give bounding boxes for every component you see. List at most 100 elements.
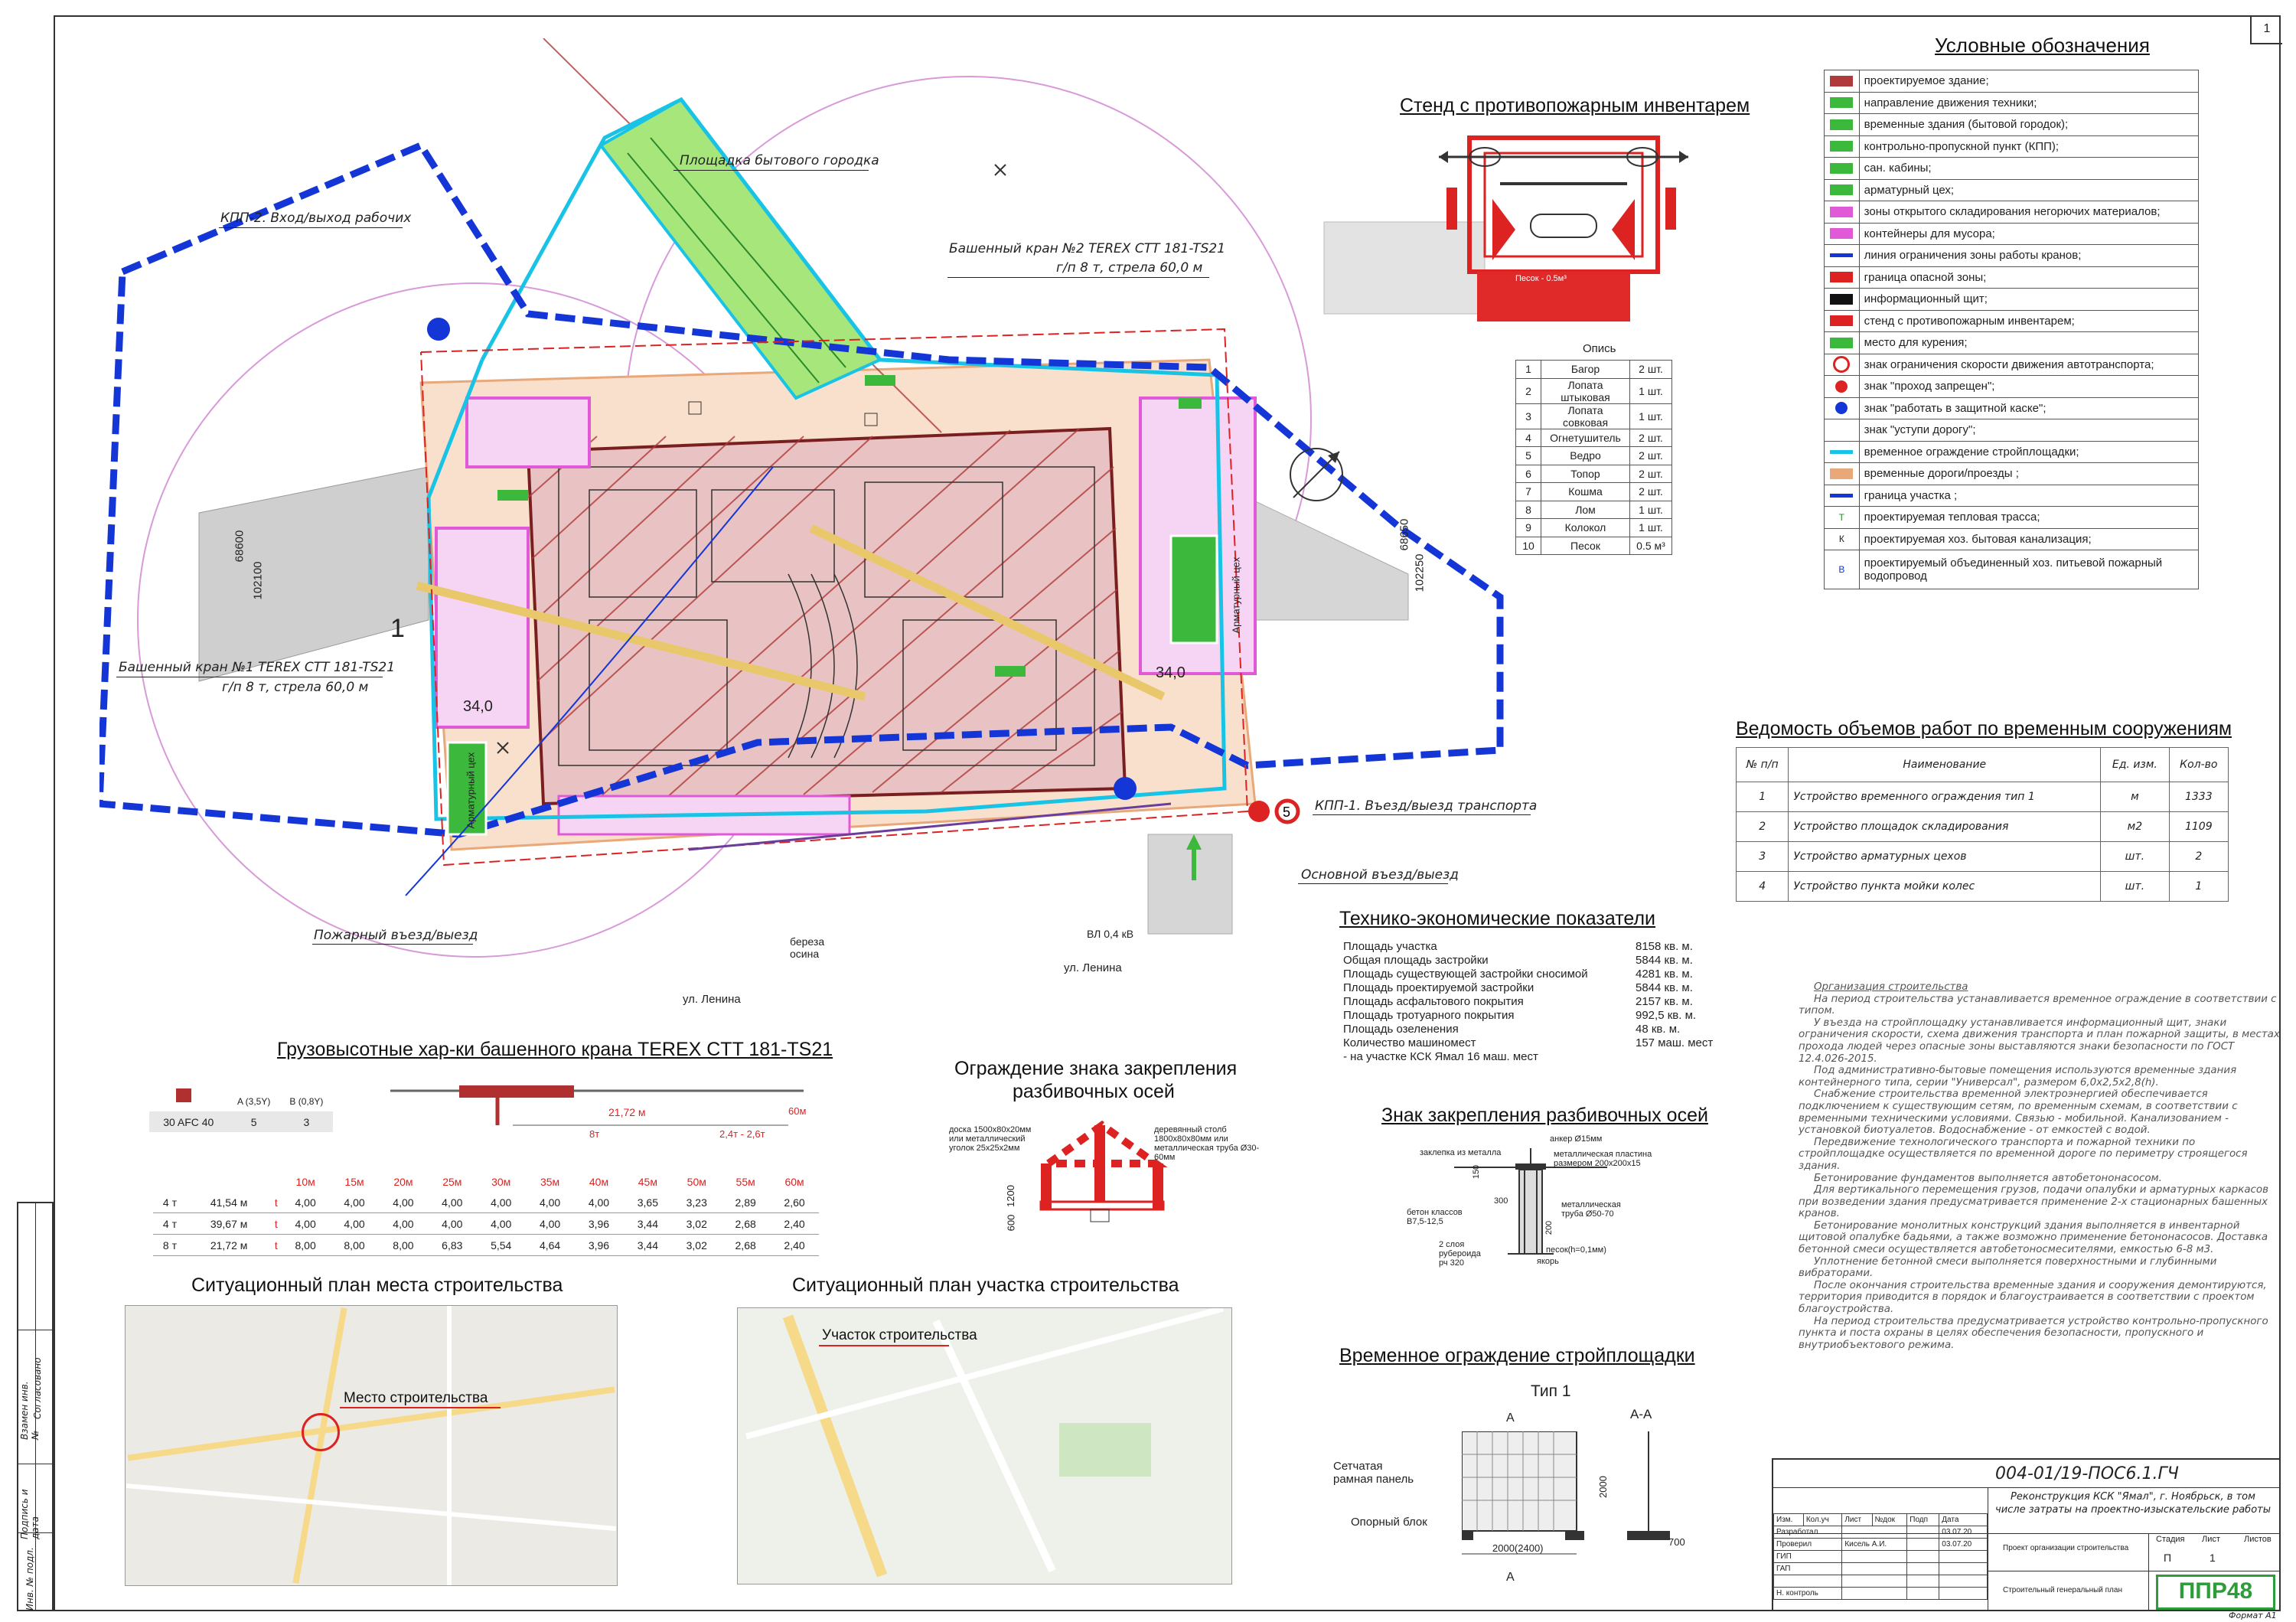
stage-header: Лист	[2202, 1535, 2220, 1544]
axis-sign-label: заклепка из металла	[1420, 1148, 1502, 1157]
household-area	[598, 97, 883, 400]
label-power-line: ВЛ 0,4 кВ	[1087, 928, 1134, 940]
legend-label: сан. кабины;	[1858, 157, 2200, 180]
side-stamp-label: Инв. № подл.	[24, 1547, 35, 1611]
opis-cell: 10	[1515, 536, 1541, 555]
sheet-number-box: 1	[2250, 15, 2282, 44]
opis-cell: 0.5 м³	[1629, 536, 1672, 555]
speed-limit-sign: 5	[1283, 804, 1290, 820]
rebar-shop-icon	[1824, 178, 1860, 201]
legend-row: граница участка ;	[1824, 484, 2200, 507]
temp-fence-label: Сетчатая рамная панель	[1333, 1460, 1414, 1486]
opis-cell: 2 шт.	[1629, 446, 1672, 465]
notes-paragraph: Для вертикального перемещения грузов, по…	[1799, 1184, 2268, 1220]
smoking-place-icon	[1824, 331, 1860, 354]
label-kpp2: КПП-2. Вход/выход рабочих	[220, 211, 412, 226]
legend-label: контрольно-пропускной пункт (КПП);	[1858, 135, 2200, 158]
notes-paragraph: Снабжение строительства временной электр…	[1799, 1088, 2238, 1137]
volumes-cell: шт.	[2100, 871, 2170, 902]
label-street: ул. Ленина	[683, 993, 741, 1006]
crane-distance: 30м	[491, 1175, 511, 1188]
crane-row: 4 т 39,67 м t 4,00 4,00 4,00 4,00 4,00 4,00 3,96 3…	[153, 1213, 819, 1235]
temp-road-icon	[1824, 462, 1860, 485]
tep-label: Площадь проектируемой застройки	[1343, 981, 1534, 994]
situation-site-title: Ситуационный план участка строительства	[792, 1274, 1179, 1296]
opis-cell: 8	[1515, 500, 1541, 519]
crane-value: 3,02	[686, 1217, 707, 1230]
legend-label: проектируемый объединенный хоз. питьевой…	[1858, 550, 2200, 589]
legend-label: линия ограничения зоны работы кранов;	[1858, 244, 2200, 267]
side-stamp-label: Подпись и дата	[19, 1489, 41, 1539]
volumes-header-cell: Кол-во	[2168, 747, 2229, 782]
crane-value: 2,40	[784, 1239, 805, 1252]
volumes-cell: 1109	[2168, 811, 2229, 842]
legend-row: знак "уступи дорогу";	[1824, 419, 2200, 442]
temp-fence-label: Опорный блок	[1351, 1516, 1427, 1529]
opis-cell: Огнетушитель	[1541, 428, 1630, 447]
crane-distance: 60м	[784, 1175, 804, 1188]
tep-row: - на участке КСК Ямал 16 маш. мест	[1343, 1050, 1758, 1064]
opis-cell: 2 шт.	[1629, 428, 1672, 447]
place-label: Место строительства	[344, 1390, 488, 1406]
volumes-cell: 4	[1735, 871, 1789, 902]
volumes-table: № п/п Наименование Ед. изм. Кол-во 1 Устройст…	[1735, 747, 2229, 902]
volumes-cell: Устройство площадок складирования	[1788, 811, 2102, 842]
legend-title: Условные обозначения	[1935, 34, 2150, 57]
crane-distance: 15м	[344, 1175, 364, 1188]
crane-value: 4,00	[344, 1196, 365, 1209]
notes-paragraph: Бетонирование фундаментов выполняется ав…	[1814, 1172, 2162, 1184]
tep-label: - на участке КСК Ямал 16 маш. мест	[1343, 1050, 1538, 1063]
legend-row: сан. кабины;	[1824, 157, 2200, 180]
legend-row: временные дороги/проезды ;	[1824, 462, 2200, 485]
crane-unit: t	[274, 1196, 278, 1209]
volumes-cell: шт.	[2100, 841, 2170, 872]
stage-header: Стадия	[2156, 1535, 2185, 1544]
legend-row: информационный щит;	[1824, 288, 2200, 311]
opis-row: 9 Колокол 1 шт.	[1515, 518, 1672, 537]
axis-sign-label: песок(h=0,1мм)	[1546, 1245, 1606, 1255]
crane-value: 4,00	[491, 1196, 512, 1209]
legend-label: зоны открытого складирования негорючих м…	[1858, 201, 2200, 224]
opis-row: 2 Лопата штыковая 1 шт.	[1515, 377, 1672, 404]
label-rebar-shop: Арматурный цех	[465, 752, 477, 829]
label-elev-right: 34,0	[1156, 664, 1186, 681]
crane-value: 2,68	[735, 1239, 756, 1252]
crane-distance: 10м	[295, 1175, 315, 1188]
temp-fence-dim: 2000(2400)	[1492, 1542, 1544, 1554]
construction-notes: Организация строительства На период стро…	[1799, 981, 2282, 1351]
crane-value: 4,00	[539, 1196, 561, 1209]
label-main-entry: Основной въезд/выезд	[1301, 867, 1459, 883]
legend-label: место для курения;	[1858, 331, 2200, 354]
crane-value: 3,96	[588, 1217, 610, 1230]
situation-place-map: Место строительства	[125, 1305, 618, 1586]
legend-row: знак "работать в защитной каске";	[1824, 397, 2200, 419]
sewer-line-icon: К	[1824, 527, 1860, 550]
notes-paragraph: Уплотнение бетонной смеси выполняется по…	[1799, 1255, 2217, 1280]
rebar-shop-right	[1169, 534, 1218, 645]
volumes-cell: 3	[1735, 841, 1789, 872]
axis-sign-dim: 150	[1472, 1164, 1482, 1180]
crane-load: 4 т	[162, 1196, 177, 1209]
opis-cell: 2 шт.	[1629, 464, 1672, 483]
legend-row: временное ограждение стройплощадки;	[1824, 440, 2200, 463]
legend-row: арматурный цех;	[1824, 178, 2200, 201]
label-crane1-a: Башенный кран №1 TEREX CTT 181-TS21	[119, 660, 396, 675]
legend-label: контейнеры для мусора;	[1858, 222, 2200, 245]
section-name: Проект организации строительства	[2003, 1544, 2129, 1552]
fire-stand-title: Стенд с противопожарным инвентарем	[1400, 95, 1750, 116]
tep-label: Площадь озеленения	[1343, 1023, 1459, 1036]
label-section-mark: 1	[390, 614, 405, 643]
tep-value: 157 маш. мест	[1636, 1036, 1714, 1049]
sign-fence-title-b: разбивочных осей	[1013, 1081, 1175, 1102]
volumes-cell: 2	[1735, 811, 1789, 842]
legend-label: проектируемая тепловая трасса;	[1858, 506, 2200, 529]
label-elev-left: 34,0	[463, 698, 493, 715]
crane-load-table: 10м 15м 20м 25м 30м 35м 40м 45м 50м 55м 60м 4 т 41,5…	[153, 1171, 819, 1256]
reach-label: 2,4т - 2,6т	[719, 1128, 765, 1140]
crane-value: 8,00	[295, 1239, 316, 1252]
crane-row: 4 т 41,54 м t 4,00 4,00 4,00 4,00 4,00 4,00 4,00 3…	[153, 1192, 819, 1213]
crane-value: 3,44	[637, 1239, 658, 1252]
tep-value: 5844 кв. м.	[1636, 954, 1693, 967]
opis-row: 3 Лопата совковая 1 шт.	[1515, 403, 1672, 429]
info-board-icon	[1824, 288, 1860, 311]
